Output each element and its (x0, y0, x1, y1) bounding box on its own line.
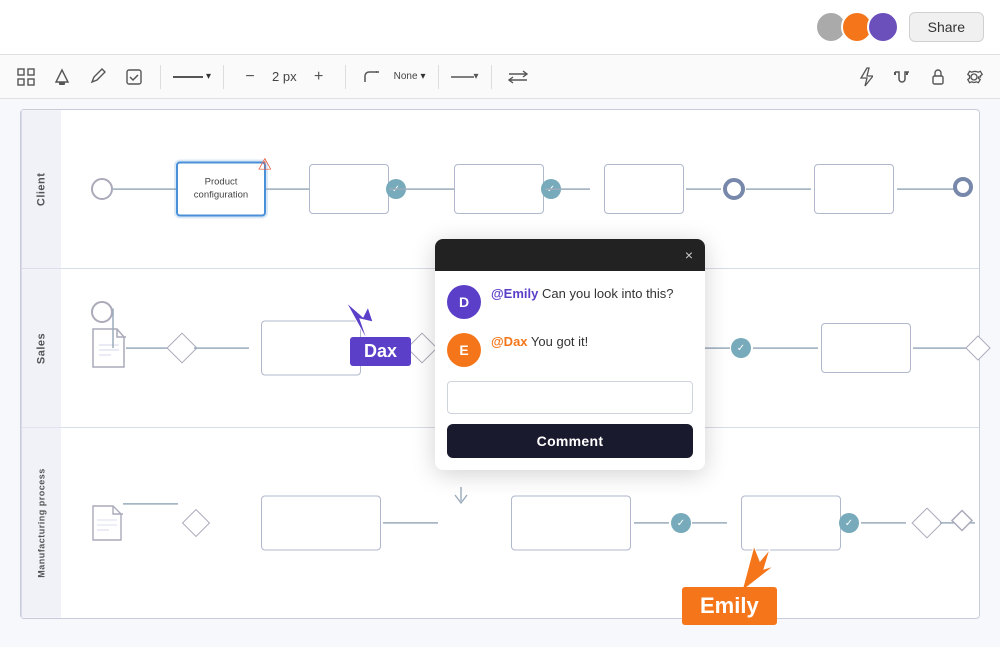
sales-arrow-v (113, 269, 173, 427)
check-sales-2: ✓ (731, 338, 751, 358)
mfg-box-2[interactable] (511, 496, 631, 551)
plus-icon[interactable]: + (305, 63, 333, 91)
client-mid-box[interactable] (309, 164, 389, 214)
client-label: Client (21, 110, 61, 268)
popup-body: D @Emily Can you look into this? E @Dax … (435, 271, 705, 470)
check-mfg-3: ✓ (839, 513, 859, 533)
collaborator-avatars (815, 11, 899, 43)
canvas: Client Productconfiguration ⚠ (0, 99, 1000, 647)
avatar-emily-comment: E (447, 333, 481, 367)
avatar-dax: D (447, 285, 481, 319)
sales-arrow-2 (194, 269, 264, 427)
comment-dax: D @Emily Can you look into this? (447, 285, 693, 319)
end-event-client[interactable] (723, 178, 745, 200)
fill-icon[interactable] (48, 63, 76, 91)
mention-dax: @Dax (491, 334, 528, 349)
comment-popup: × D @Emily Can you look into this? E @Da… (435, 239, 705, 470)
comment-text-dax: @Emily Can you look into this? (491, 285, 674, 303)
mfg-arrow-down (451, 485, 471, 505)
start-event-client[interactable] (91, 178, 113, 200)
dax-label: Dax (350, 337, 411, 366)
client-end-box[interactable] (814, 164, 894, 214)
checkbox-icon[interactable] (120, 63, 148, 91)
mfg-arrow-1 (123, 428, 183, 618)
mfg-end-diamond[interactable] (950, 509, 974, 538)
client-end-circle (953, 177, 977, 201)
separator-1 (160, 65, 161, 89)
comment-input[interactable] (447, 381, 693, 414)
manufacturing-label: Manufacturing process (21, 428, 61, 618)
lightning-icon[interactable] (852, 63, 880, 91)
settings-icon[interactable] (960, 63, 988, 91)
grid-icon[interactable] (12, 63, 40, 91)
close-button[interactable]: × (685, 247, 693, 263)
check-mfg-2: ✓ (671, 513, 691, 533)
comment-body-dax: Can you look into this? (542, 286, 674, 301)
arrow-direction-icon[interactable]: ▾ (451, 63, 479, 91)
diamond-mfg[interactable] (182, 509, 210, 537)
avatar-purple (867, 11, 899, 43)
magnet-icon[interactable] (888, 63, 916, 91)
comment-text-emily: @Dax You got it! (491, 333, 588, 351)
client-far-box[interactable] (604, 164, 684, 214)
emily-label: Emily (682, 587, 777, 625)
lock-icon[interactable] (924, 63, 952, 91)
sales-far-box[interactable] (821, 323, 911, 373)
connection-style-dropdown[interactable]: None ▾ (394, 71, 426, 82)
mention-emily: @Emily (491, 286, 538, 301)
separator-3 (345, 65, 346, 89)
minus-icon[interactable]: − (236, 63, 264, 91)
client-right-box[interactable] (454, 164, 544, 214)
separator-2 (223, 65, 224, 89)
share-button[interactable]: Share (909, 12, 984, 42)
pen-icon[interactable] (84, 63, 112, 91)
line-style-dropdown[interactable]: ▾ (173, 71, 211, 82)
product-config-box[interactable]: Productconfiguration ⚠ (176, 162, 266, 217)
popup-header: × (435, 239, 705, 271)
comment-button[interactable]: Comment (447, 424, 693, 458)
separator-4 (438, 65, 439, 89)
separator-5 (491, 65, 492, 89)
comment-body-emily: You got it! (531, 334, 588, 349)
comment-emily: E @Dax You got it! (447, 333, 693, 367)
line-width-label: 2 px (272, 69, 297, 84)
sales-label: Sales (21, 269, 61, 427)
mfg-box-1[interactable] (261, 496, 381, 551)
sales-circle[interactable] (91, 301, 113, 323)
corner-icon[interactable] (358, 63, 386, 91)
toolbar: ▾ − 2 px + None ▾ ▾ (0, 55, 1000, 99)
topbar: Share (0, 0, 1000, 55)
swap-icon[interactable] (504, 63, 532, 91)
mfg-doc[interactable] (91, 504, 123, 542)
